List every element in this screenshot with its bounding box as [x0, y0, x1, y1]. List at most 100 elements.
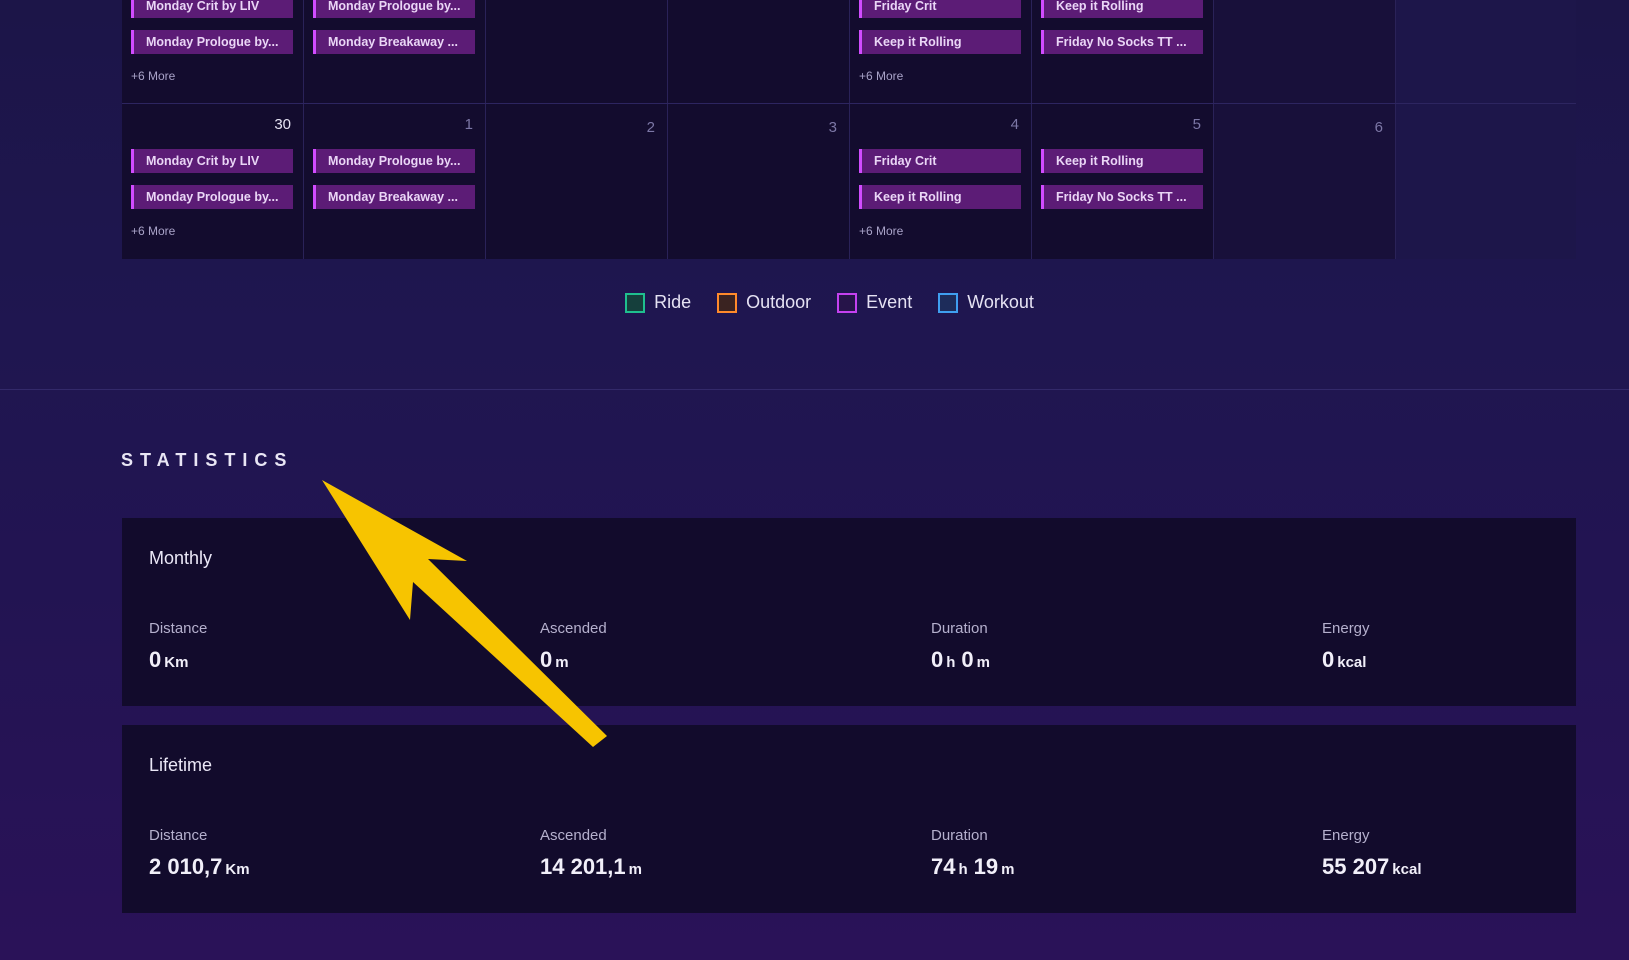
- duration-hours: 74: [931, 854, 956, 879]
- unit: h: [958, 861, 968, 878]
- card-title: Lifetime: [149, 755, 213, 775]
- calendar-day[interactable]: Keep it Rolling Friday No Socks TT ...: [1032, 0, 1214, 104]
- event-chip[interactable]: Keep it Rolling: [1041, 149, 1203, 173]
- event-chip[interactable]: Friday No Socks TT ...: [1041, 30, 1203, 54]
- calendar-day[interactable]: 3: [668, 104, 850, 259]
- calendar-grid: Monday Crit by LIV Monday Prologue by...…: [122, 0, 1576, 259]
- day-number: 3: [828, 119, 837, 136]
- section-divider: [0, 389, 1629, 390]
- calendar-day[interactable]: 2: [486, 104, 668, 259]
- calendar-day[interactable]: 4 Friday Crit Keep it Rolling +6 More: [850, 104, 1032, 259]
- event-chip[interactable]: Friday No Socks TT ...: [1041, 185, 1203, 209]
- calendar-day[interactable]: Monday Prologue by... Monday Breakaway .…: [304, 0, 486, 104]
- metric-label: Duration: [931, 620, 988, 637]
- event-chip[interactable]: Monday Prologue by...: [313, 149, 475, 173]
- calendar-day[interactable]: 1 Monday Prologue by... Monday Breakaway…: [304, 104, 486, 259]
- event-chip[interactable]: Friday Crit: [859, 149, 1021, 173]
- metric-value: 0m: [540, 647, 607, 673]
- event-chip[interactable]: Keep it Rolling: [859, 185, 1021, 209]
- ride-swatch-icon: [625, 292, 646, 313]
- metric-label: Ascended: [540, 620, 607, 637]
- metric-label: Energy: [1322, 620, 1370, 637]
- distance-value: 0: [149, 647, 162, 672]
- event-chip[interactable]: Friday Crit: [859, 0, 1021, 18]
- legend-label: Ride: [654, 292, 692, 312]
- event-chip[interactable]: Monday Crit by LIV: [131, 149, 293, 173]
- legend-label: Event: [866, 292, 913, 312]
- calendar-day[interactable]: 30 Monday Crit by LIV Monday Prologue by…: [122, 104, 304, 259]
- calendar-legend: Ride Outdoor Event Workout: [0, 292, 1629, 313]
- event-chip[interactable]: Monday Prologue by...: [131, 185, 293, 209]
- day-number: 30: [274, 116, 291, 133]
- metric-label: Duration: [931, 827, 988, 844]
- unit: h: [946, 654, 956, 671]
- legend-label: Outdoor: [746, 292, 812, 312]
- day-number: 4: [1010, 116, 1019, 133]
- legend-item-workout: Workout: [938, 292, 1034, 313]
- calendar-day-empty: [1396, 0, 1576, 104]
- unit: m: [628, 861, 642, 878]
- day-number: 1: [464, 116, 473, 133]
- duration-metric: Duration 74 h 19 m: [931, 827, 1020, 880]
- legend-item-outdoor: Outdoor: [717, 292, 811, 313]
- energy-value: 55 207: [1322, 854, 1390, 879]
- lifetime-stats-card: Lifetime Distance 2 010,7 Km Ascended 14 …: [122, 725, 1576, 913]
- day-number: 5: [1192, 116, 1201, 133]
- calendar-week: 30 Monday Crit by LIV Monday Prologue by…: [122, 104, 1576, 259]
- statistics-heading: STATISTICS: [121, 450, 294, 470]
- event-chip[interactable]: Monday Breakaway ...: [313, 185, 475, 209]
- ascended-value: 0: [540, 647, 553, 672]
- ascended-metric: Ascended 0m: [540, 620, 607, 673]
- metric-label: Energy: [1322, 827, 1370, 844]
- distance-metric: Distance 0 Km: [149, 620, 207, 673]
- calendar-week: Monday Crit by LIV Monday Prologue by...…: [122, 0, 1576, 104]
- metric-value: 0 Km: [149, 647, 207, 673]
- unit: m: [1001, 861, 1015, 878]
- legend-item-ride: Ride: [625, 292, 691, 313]
- metric-value: 14 201,1 m: [540, 854, 648, 880]
- card-title: Monthly: [149, 548, 213, 568]
- distance-metric: Distance 2 010,7 Km: [149, 827, 256, 880]
- ascended-value: 14 201,1: [540, 854, 626, 879]
- metric-label: Distance: [149, 620, 208, 637]
- outdoor-swatch-icon: [717, 292, 738, 313]
- calendar-day[interactable]: 6: [1214, 104, 1396, 259]
- event-chip[interactable]: Monday Crit by LIV: [131, 0, 293, 18]
- unit: Km: [225, 861, 250, 878]
- calendar-day[interactable]: [486, 0, 668, 104]
- energy-metric: Energy 55 207 kcal: [1322, 827, 1428, 880]
- calendar-day[interactable]: Friday Crit Keep it Rolling +6 More: [850, 0, 1032, 104]
- unit: Km: [164, 654, 189, 671]
- calendar-day[interactable]: 5 Keep it Rolling Friday No Socks TT ...: [1032, 104, 1214, 259]
- more-events-link[interactable]: +6 More: [131, 69, 175, 83]
- day-number: 2: [646, 119, 655, 136]
- unit: m: [555, 654, 569, 671]
- event-chip[interactable]: Monday Breakaway ...: [313, 30, 475, 54]
- calendar-day[interactable]: Monday Crit by LIV Monday Prologue by...…: [122, 0, 304, 104]
- unit: m: [976, 654, 991, 671]
- metric-value: 74 h 19 m: [931, 854, 1020, 880]
- duration-hours: 0: [931, 647, 944, 672]
- event-chip[interactable]: Monday Prologue by...: [313, 0, 475, 18]
- more-events-link[interactable]: +6 More: [131, 224, 175, 238]
- duration-metric: Duration 0h0m: [931, 620, 996, 673]
- event-chip[interactable]: Keep it Rolling: [1041, 0, 1203, 18]
- metric-value: 0h0m: [931, 647, 996, 673]
- event-chip[interactable]: Monday Prologue by...: [131, 30, 293, 54]
- unit: kcal: [1337, 654, 1367, 671]
- duration-minutes: 19: [973, 854, 999, 879]
- event-chip[interactable]: Keep it Rolling: [859, 30, 1021, 54]
- more-events-link[interactable]: +6 More: [859, 69, 903, 83]
- calendar-day[interactable]: [668, 0, 850, 104]
- metric-label: Ascended: [540, 827, 607, 844]
- event-swatch-icon: [837, 292, 858, 313]
- more-events-link[interactable]: +6 More: [859, 224, 903, 238]
- workout-swatch-icon: [938, 292, 959, 313]
- calendar-day[interactable]: [1214, 0, 1396, 104]
- metric-value: 0 kcal: [1322, 647, 1372, 673]
- metric-value: 55 207 kcal: [1322, 854, 1428, 880]
- legend-label: Workout: [967, 292, 1034, 312]
- energy-value: 0: [1322, 647, 1335, 672]
- distance-value: 2 010,7: [149, 854, 223, 879]
- day-number: 6: [1374, 119, 1383, 136]
